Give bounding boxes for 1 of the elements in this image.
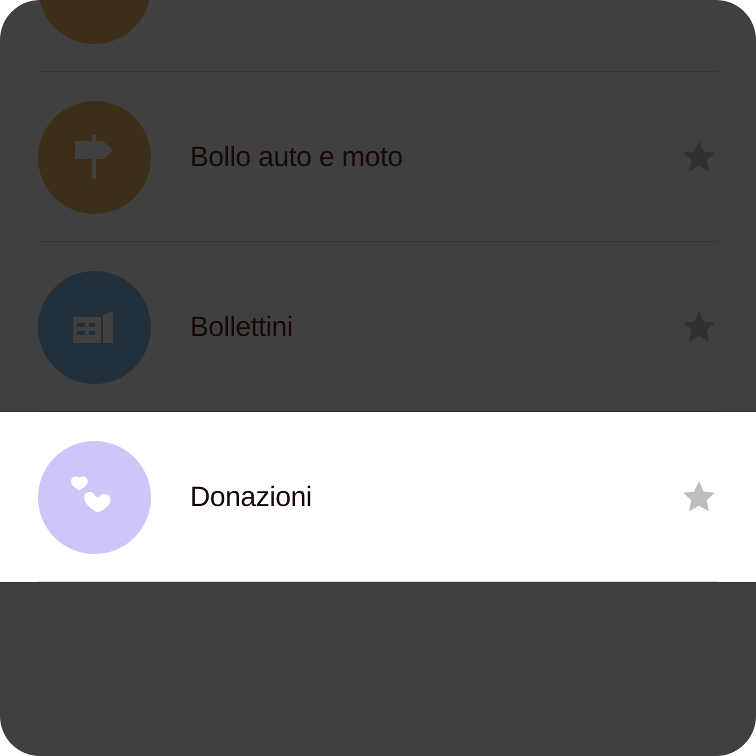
row-label: Donazioni [190, 481, 313, 513]
